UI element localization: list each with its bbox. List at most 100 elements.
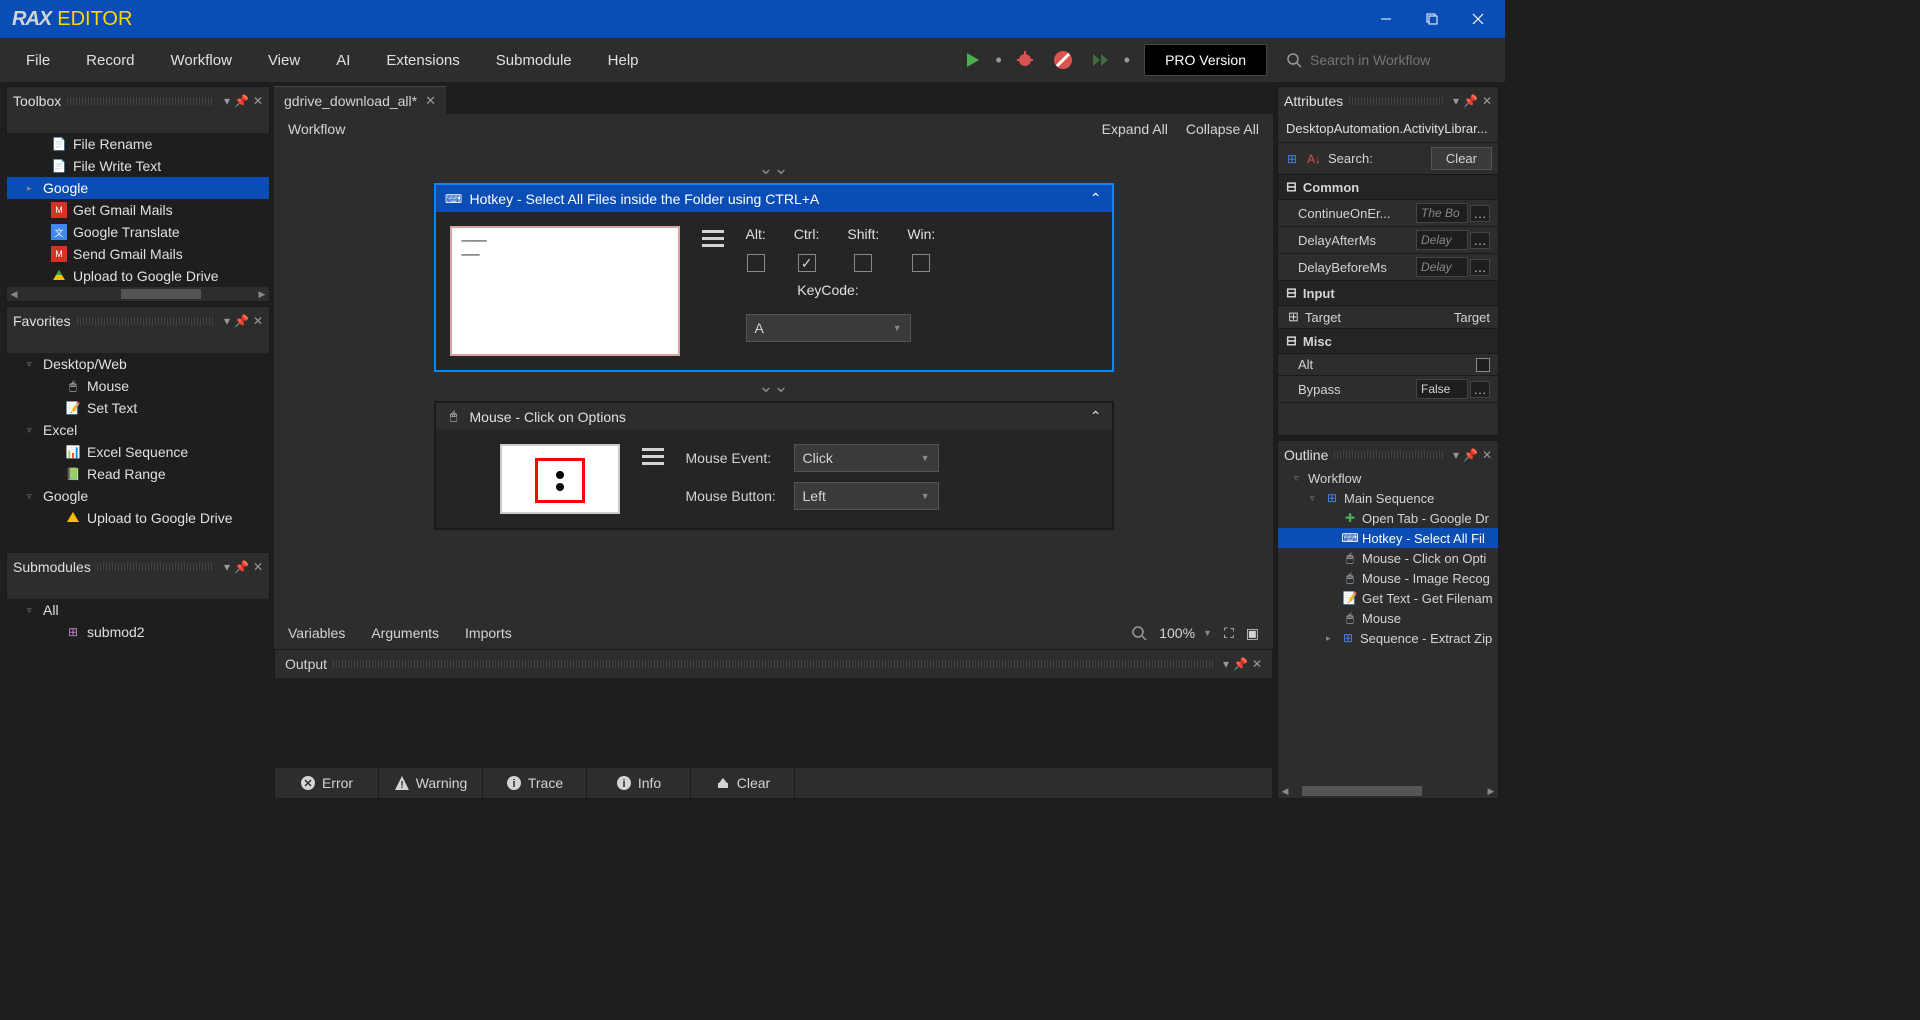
pro-version-button[interactable]: PRO Version	[1144, 44, 1267, 76]
activity-mouse[interactable]: 🖱 Mouse - Click on Options ⌃ Mouse Event…	[434, 401, 1114, 530]
pin-icon[interactable]: 📌	[234, 94, 249, 108]
outline-mouse3[interactable]: 🖱Mouse	[1278, 608, 1498, 628]
panel-close-icon[interactable]: ✕	[1252, 657, 1262, 671]
attr-delaybefore[interactable]: DelayBeforeMsDelay…	[1278, 254, 1498, 281]
toolbox-item-translate[interactable]: 文Google Translate	[7, 221, 269, 243]
clear-button[interactable]: Clear	[1431, 147, 1492, 170]
menu-record[interactable]: Record	[68, 42, 152, 79]
submod-all[interactable]: ▿All	[7, 599, 269, 621]
sort-az-icon[interactable]: A↓	[1306, 151, 1322, 167]
toolbox-scrollbar[interactable]: ◀▶	[7, 287, 269, 301]
workflow-canvas[interactable]: ⌄⌄ ⌨ Hotkey - Select All Files inside th…	[274, 144, 1273, 617]
stop-button[interactable]	[1046, 43, 1080, 77]
collapse-icon[interactable]: ⌃	[1090, 190, 1102, 207]
ctrl-checkbox[interactable]	[798, 254, 816, 272]
fastforward-button[interactable]	[1084, 43, 1118, 77]
shift-checkbox[interactable]	[854, 254, 872, 272]
toolbox-item-file-rename[interactable]: 📄File Rename	[7, 133, 269, 155]
fav-item-readrange[interactable]: 📗Read Range	[7, 463, 269, 485]
pin-icon[interactable]: 📌	[1463, 448, 1478, 462]
menu-workflow[interactable]: Workflow	[153, 42, 250, 79]
fav-group-desktop[interactable]: ▿Desktop/Web	[7, 353, 269, 375]
pin-icon[interactable]: 📌	[1233, 657, 1248, 671]
menu-help[interactable]: Help	[590, 42, 657, 79]
submod-item[interactable]: ⊞submod2	[7, 621, 269, 643]
outline-mainseq[interactable]: ▿⊞Main Sequence	[1278, 488, 1498, 508]
panel-close-icon[interactable]: ✕	[253, 314, 263, 328]
filter-clear[interactable]: Clear	[691, 768, 795, 798]
fav-item-settext[interactable]: 📝Set Text	[7, 397, 269, 419]
outline-dropdown-icon[interactable]: ▾	[1453, 448, 1459, 462]
zoom-dropdown[interactable]: 100%▼	[1159, 625, 1212, 641]
menu-submodule[interactable]: Submodule	[478, 42, 590, 79]
attr-bypass[interactable]: BypassFalse…	[1278, 376, 1498, 403]
panel-close-icon[interactable]: ✕	[253, 94, 263, 108]
outline-gettext[interactable]: 📝Get Text - Get Filenam	[1278, 588, 1498, 608]
search-workflow[interactable]	[1277, 45, 1497, 75]
menu-icon[interactable]	[702, 230, 724, 247]
attr-group-common[interactable]: ⊟Common	[1278, 175, 1498, 200]
tab-variables[interactable]: Variables	[288, 625, 345, 641]
panel-close-icon[interactable]: ✕	[253, 560, 263, 574]
debug-button[interactable]	[1008, 43, 1042, 77]
tab-arguments[interactable]: Arguments	[371, 625, 439, 641]
target-preview[interactable]: ━━━━━━━ ━━━━━	[450, 226, 680, 356]
outline-workflow[interactable]: ▿Workflow	[1278, 469, 1498, 488]
tab-imports[interactable]: Imports	[465, 625, 512, 641]
attr-delayafter[interactable]: DelayAfterMsDelay…	[1278, 227, 1498, 254]
maximize-button[interactable]	[1409, 0, 1455, 38]
toolbox-group-google[interactable]: ▸Google	[7, 177, 269, 199]
pin-icon[interactable]: 📌	[1463, 94, 1478, 108]
toolbox-item-gmail-get[interactable]: MGet Gmail Mails	[7, 199, 269, 221]
search-icon[interactable]	[1132, 626, 1147, 641]
win-checkbox[interactable]	[912, 254, 930, 272]
panel-close-icon[interactable]: ✕	[1482, 94, 1492, 108]
filter-trace[interactable]: iTrace	[483, 768, 587, 798]
attr-target[interactable]: ⊞TargetTarget	[1278, 306, 1498, 329]
panel-close-icon[interactable]: ✕	[1482, 448, 1492, 462]
fit-icon[interactable]: ⛶	[1224, 625, 1234, 642]
menu-file[interactable]: File	[8, 42, 68, 79]
minimize-button[interactable]	[1363, 0, 1409, 38]
outline-opentab[interactable]: ✚Open Tab - Google Dr	[1278, 508, 1498, 528]
target-preview-2[interactable]	[500, 444, 620, 514]
search-input[interactable]	[1310, 52, 1487, 68]
fav-item-excelseq[interactable]: 📊Excel Sequence	[7, 441, 269, 463]
submodules-dropdown-icon[interactable]: ▾	[224, 560, 230, 574]
toolbox-item-file-write[interactable]: 📄File Write Text	[7, 155, 269, 177]
mouse-event-dropdown[interactable]: Click▼	[794, 444, 939, 472]
editor-tab[interactable]: gdrive_download_all* ✕	[274, 86, 446, 114]
activity-hotkey[interactable]: ⌨ Hotkey - Select All Files inside the F…	[434, 183, 1114, 372]
filter-error[interactable]: ✕Error	[275, 768, 379, 798]
outline-mouse2[interactable]: 🖱Mouse - Image Recog	[1278, 568, 1498, 588]
outline-scrollbar[interactable]: ◀▶	[1278, 784, 1498, 798]
collapse-all-button[interactable]: Collapse All	[1186, 121, 1259, 137]
fullscreen-icon[interactable]: ▣	[1246, 625, 1259, 642]
collapse-icon[interactable]: ⌃	[1090, 408, 1102, 425]
attr-group-misc[interactable]: ⊟Misc	[1278, 329, 1498, 354]
run-button[interactable]	[955, 43, 989, 77]
attr-alt[interactable]: Alt	[1278, 354, 1498, 376]
alt-checkbox[interactable]	[747, 254, 765, 272]
mouse-button-dropdown[interactable]: Left▼	[794, 482, 939, 510]
filter-warning[interactable]: !Warning	[379, 768, 483, 798]
fav-group-excel[interactable]: ▿Excel	[7, 419, 269, 441]
filter-info[interactable]: iInfo	[587, 768, 691, 798]
menu-extensions[interactable]: Extensions	[368, 42, 477, 79]
toolbox-item-gmail-send[interactable]: MSend Gmail Mails	[7, 243, 269, 265]
pin-icon[interactable]: 📌	[234, 560, 249, 574]
fav-item-mouse[interactable]: 🖱Mouse	[7, 375, 269, 397]
fav-group-google[interactable]: ▿Google	[7, 485, 269, 507]
outline-sequence[interactable]: ▸⊞Sequence - Extract Zip	[1278, 628, 1498, 648]
menu-ai[interactable]: AI	[318, 42, 368, 79]
menu-view[interactable]: View	[250, 42, 318, 79]
toolbox-item-gdrive-upload[interactable]: Upload to Google Drive	[7, 265, 269, 287]
output-dropdown-icon[interactable]: ▾	[1223, 657, 1229, 671]
keycode-dropdown[interactable]: A▼	[746, 314, 911, 342]
fav-item-gdrive[interactable]: Upload to Google Drive	[7, 507, 269, 529]
outline-hotkey[interactable]: ⌨Hotkey - Select All Fil	[1278, 528, 1498, 548]
menu-icon[interactable]	[642, 448, 664, 465]
sort-category-icon[interactable]: ⊞	[1284, 151, 1300, 167]
pin-icon[interactable]: 📌	[234, 314, 249, 328]
favorites-dropdown-icon[interactable]: ▾	[224, 314, 230, 328]
